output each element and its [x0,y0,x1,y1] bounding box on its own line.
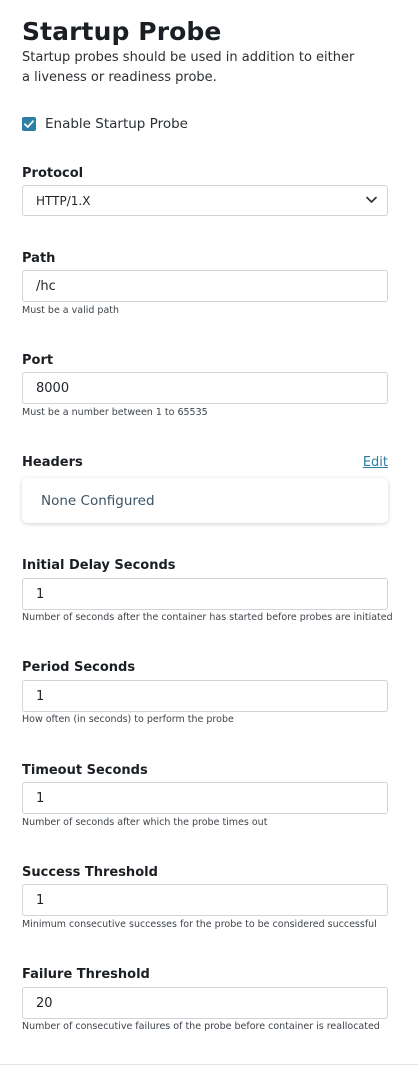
protocol-value: HTTP/1.X [36,193,91,208]
path-input[interactable]: /hc [22,270,388,302]
timeout-help: Number of seconds after which the probe … [22,817,268,828]
success-threshold-help: Minimum consecutive successes for the pr… [22,919,377,930]
page-subtitle: Startup probes should be used in additio… [22,50,355,85]
port-label: Port [22,353,54,368]
failure-threshold-input[interactable]: 20 [22,987,388,1019]
protocol-select[interactable]: HTTP/1.X [22,185,388,216]
path-label: Path [22,251,56,266]
period-label: Period Seconds [22,660,136,675]
path-value: /hc [36,278,56,294]
port-value: 8000 [36,380,70,396]
timeout-label: Timeout Seconds [22,763,148,778]
enable-startup-probe-checkbox[interactable] [22,117,36,131]
failure-threshold-value: 20 [36,995,53,1011]
timeout-value: 1 [36,790,45,806]
enable-startup-probe-label: Enable Startup Probe [45,116,188,132]
section-divider [0,1064,418,1065]
initial-delay-label: Initial Delay Seconds [22,558,176,573]
period-value: 1 [36,688,45,704]
success-threshold-label: Success Threshold [22,865,158,880]
failure-threshold-label: Failure Threshold [22,967,150,982]
protocol-label: Protocol [22,166,84,181]
headers-list: None Configured [22,478,388,523]
port-input[interactable]: 8000 [22,372,388,404]
period-input[interactable]: 1 [22,680,388,712]
checkmark-icon [24,120,34,128]
initial-delay-input[interactable]: 1 [22,578,388,610]
success-threshold-input[interactable]: 1 [22,884,388,916]
headers-empty-text: None Configured [41,492,155,509]
period-help: How often (in seconds) to perform the pr… [22,714,234,725]
port-help: Must be a number between 1 to 65535 [22,407,208,418]
failure-threshold-help: Number of consecutive failures of the pr… [22,1021,380,1032]
initial-delay-value: 1 [36,586,45,602]
timeout-input[interactable]: 1 [22,782,388,814]
page-title: Startup Probe [22,17,222,46]
initial-delay-help: Number of seconds after the container ha… [22,612,393,623]
headers-label: Headers [22,455,83,470]
path-help: Must be a valid path [22,305,120,316]
enable-startup-probe-row[interactable]: Enable Startup Probe [22,116,188,132]
headers-edit-link[interactable]: Edit [363,455,388,470]
success-threshold-value: 1 [36,892,45,908]
chevron-down-icon [366,196,377,203]
